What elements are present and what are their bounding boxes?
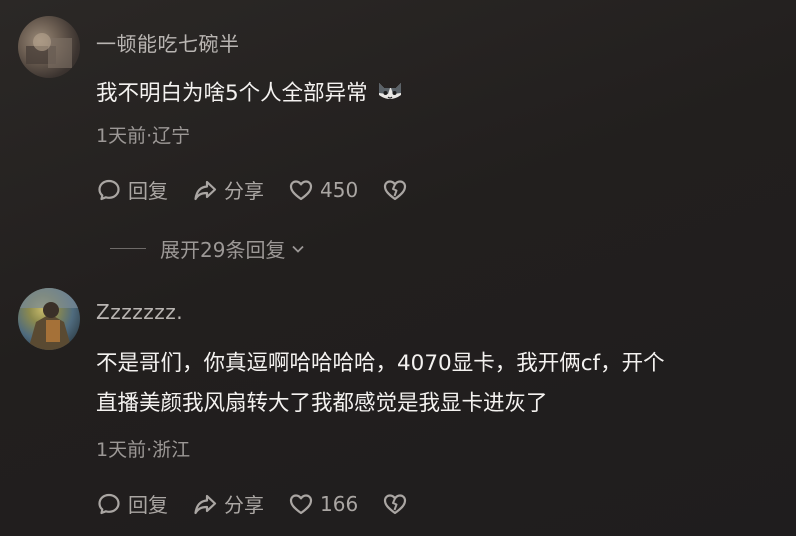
share-label: 分享 — [224, 493, 264, 517]
share-icon — [194, 180, 217, 200]
share-label: 分享 — [224, 179, 264, 203]
like-count: 450 — [320, 177, 359, 202]
comment-text-line: 不是哥们，你真逗啊哈哈哈哈，4070显卡，我开俩cf，开个 — [96, 351, 665, 376]
share-icon — [194, 494, 217, 514]
dislike-button[interactable] — [382, 491, 414, 517]
comment-meta: 1天前·辽宁 — [96, 125, 191, 147]
expand-replies-button[interactable]: 展开29条回复 — [110, 234, 307, 263]
reply-label: 回复 — [128, 179, 168, 203]
heart-icon — [289, 179, 313, 200]
expand-replies-label: 展开29条回复 — [160, 238, 286, 262]
reply-button[interactable]: 回复 — [96, 489, 168, 518]
reply-icon — [98, 179, 120, 200]
dislike-button[interactable] — [382, 177, 414, 203]
avatar[interactable] — [18, 288, 80, 350]
broken-heart-icon — [384, 493, 407, 514]
divider — [110, 248, 146, 249]
broken-heart-icon — [384, 179, 407, 200]
share-button[interactable]: 分享 — [192, 175, 264, 204]
share-button[interactable]: 分享 — [192, 489, 264, 518]
like-button[interactable]: 450 — [288, 177, 358, 203]
reply-icon — [98, 493, 120, 514]
like-button[interactable]: 166 — [288, 491, 358, 517]
comment-text-line: 直播美颜我风扇转大了我都感觉是我显卡进灰了 — [96, 391, 548, 416]
comment-text: 我不明白为啥5个人全部异常 — [96, 74, 776, 114]
reply-button[interactable]: 回复 — [96, 175, 168, 204]
comment-actions: 回复 分享 450 — [96, 175, 438, 204]
cat-emoji-icon — [376, 77, 404, 101]
comment-meta: 1天前·浙江 — [96, 439, 191, 461]
comment-text: 不是哥们，你真逗啊哈哈哈哈，4070显卡，我开俩cf，开个 直播美颜我风扇转大了… — [96, 344, 776, 424]
heart-icon — [289, 493, 313, 514]
chevron-down-icon — [292, 245, 305, 253]
username[interactable]: Zzzzzzz. — [96, 300, 183, 324]
comment-actions: 回复 分享 166 — [96, 489, 438, 518]
comment-text-content: 我不明白为啥5个人全部异常 — [96, 81, 368, 106]
avatar[interactable] — [18, 16, 80, 78]
username[interactable]: 一顿能吃七碗半 — [96, 28, 240, 57]
reply-label: 回复 — [128, 493, 168, 517]
like-count: 166 — [320, 491, 359, 516]
